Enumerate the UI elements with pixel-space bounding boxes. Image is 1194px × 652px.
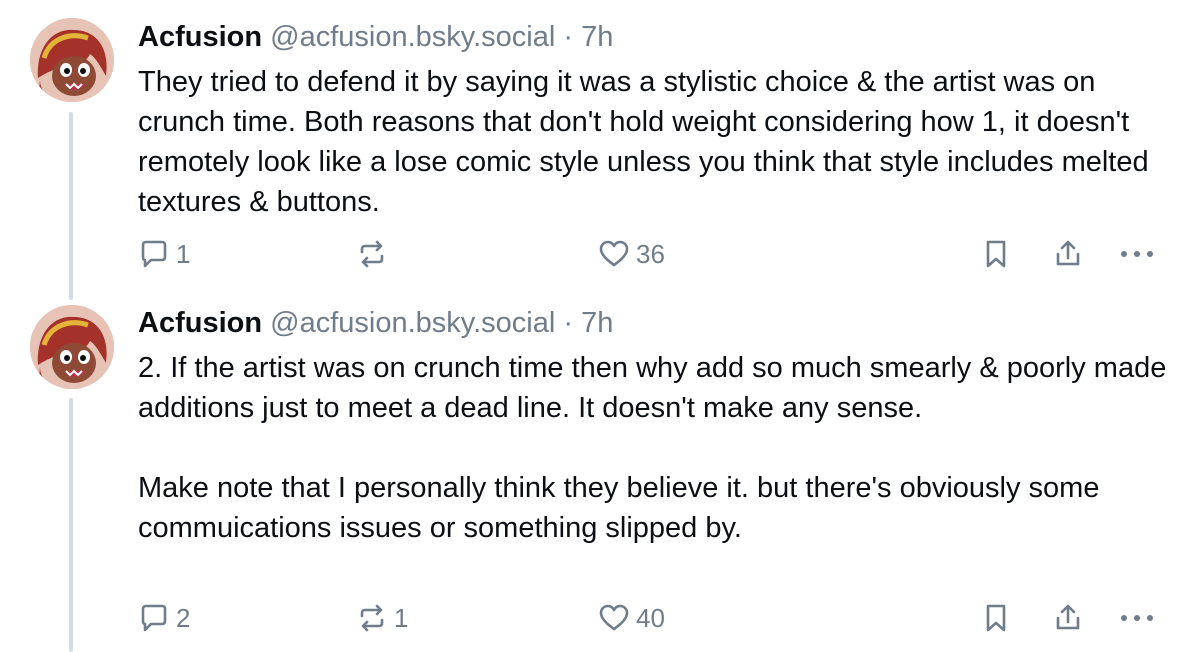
more-button[interactable]: [1118, 602, 1156, 634]
more-dots-icon: [1118, 238, 1156, 270]
bookmark-icon: [980, 238, 1012, 270]
more-dots-icon: [1118, 602, 1156, 634]
post-text: 2. If the artist was on crunch time then…: [138, 352, 1167, 544]
post-header: Acfusion @acfusion.bsky.social · 7h: [138, 306, 613, 340]
post-actions: 2 1 40: [0, 600, 1194, 640]
like-count: 36: [636, 238, 665, 269]
more-button[interactable]: [1118, 238, 1156, 270]
repost-arrows-icon: [356, 602, 388, 634]
like-button[interactable]: 36: [598, 238, 665, 270]
reply-count: 1: [176, 238, 191, 269]
heart-icon: [598, 238, 630, 270]
reply-button[interactable]: 2: [138, 602, 190, 634]
post-actions: 1 36: [0, 236, 1194, 276]
repost-button[interactable]: 1: [356, 602, 408, 634]
bookmark-button[interactable]: [980, 602, 1012, 634]
like-button[interactable]: 40: [598, 602, 665, 634]
share-icon: [1052, 602, 1084, 634]
speech-bubble-icon: [138, 602, 170, 634]
reply-button[interactable]: 1: [138, 238, 190, 270]
author-handle[interactable]: @acfusion.bsky.social: [270, 21, 555, 53]
avatar[interactable]: [30, 305, 114, 389]
like-count: 40: [636, 602, 665, 633]
repost-button[interactable]: [356, 238, 394, 270]
repost-arrows-icon: [356, 238, 388, 270]
share-button[interactable]: [1052, 602, 1084, 634]
post-time[interactable]: 7h: [581, 307, 613, 339]
share-button[interactable]: [1052, 238, 1084, 270]
avatar[interactable]: [30, 18, 114, 102]
bookmark-icon: [980, 602, 1012, 634]
speech-bubble-icon: [138, 238, 170, 270]
bookmark-button[interactable]: [980, 238, 1012, 270]
reply-count: 2: [176, 602, 191, 633]
separator-dot: ·: [563, 307, 574, 339]
post-time[interactable]: 7h: [581, 21, 613, 53]
separator-dot: ·: [563, 21, 574, 53]
author-name[interactable]: Acfusion: [138, 307, 262, 339]
post-text: They tried to defend it by saying it was…: [138, 66, 1157, 218]
author-name[interactable]: Acfusion: [138, 21, 262, 53]
share-icon: [1052, 238, 1084, 270]
post-header: Acfusion @acfusion.bsky.social · 7h: [138, 20, 613, 54]
heart-icon: [598, 602, 630, 634]
author-handle[interactable]: @acfusion.bsky.social: [270, 307, 555, 339]
repost-count: 1: [394, 602, 409, 633]
